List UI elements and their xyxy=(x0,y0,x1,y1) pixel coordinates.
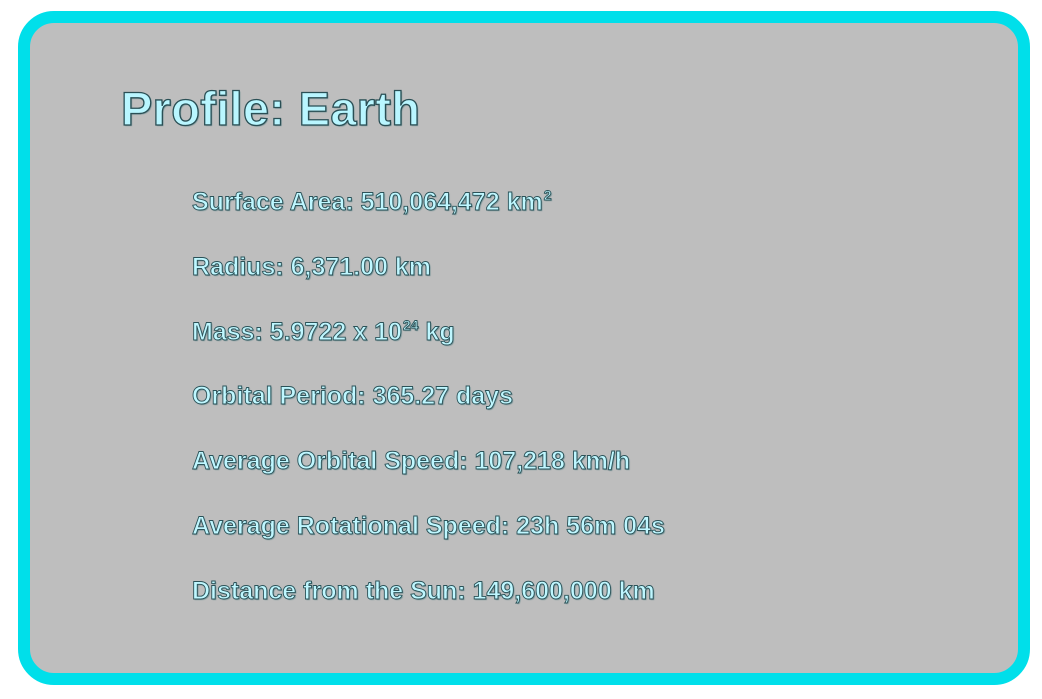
stat-orbital-speed: Average Orbital Speed: 107,218 km/h xyxy=(192,446,665,511)
stat-rotational-speed-text: Average Rotational Speed: 23h 56m 04s xyxy=(192,511,666,541)
stat-surface-area: Surface Area: 510,064,472 km2 xyxy=(192,187,665,252)
profile-title: Profile: Earth xyxy=(120,81,421,135)
stat-distance-from-sun-text: Distance from the Sun: 149,600,000 km xyxy=(192,576,656,605)
stat-radius-text: Radius: 6,371.00 km xyxy=(192,252,432,281)
stat-mass-text: Mass: 5.9722 x 10 xyxy=(192,317,403,346)
stat-orbital-period: Orbital Period: 365.27 days xyxy=(192,381,665,446)
stat-distance-from-sun: Distance from the Sun: 149,600,000 km xyxy=(192,576,665,641)
stat-rotational-speed: Average Rotational Speed: 23h 56m 04s xyxy=(192,511,666,576)
stat-mass-exponent: 24 xyxy=(402,316,419,333)
stat-mass-unit: kg xyxy=(418,317,455,346)
stat-orbital-period-text: Orbital Period: 365.27 days xyxy=(192,382,514,411)
stat-orbital-speed-text: Average Orbital Speed: 107,218 km/h xyxy=(192,447,631,476)
profile-card: Profile: Earth Surface Area: 510,064,472… xyxy=(18,11,1030,685)
stat-mass: Mass: 5.9722 x 1024 kg xyxy=(192,317,665,382)
stat-radius: Radius: 6,371.00 km xyxy=(192,252,665,317)
stat-surface-area-text: Surface Area: 510,064,472 km xyxy=(192,188,544,217)
stats-list: Surface Area: 510,064,472 km2 Radius: 6,… xyxy=(192,187,666,641)
stat-surface-area-superscript: 2 xyxy=(543,187,552,203)
